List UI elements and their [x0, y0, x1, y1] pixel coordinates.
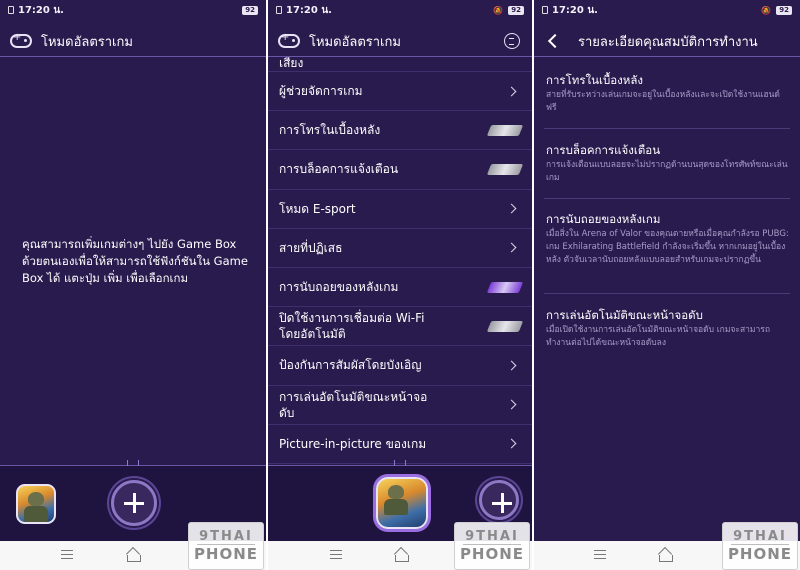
detail-title: การนับถอยของหลังเกม [546, 212, 661, 226]
settings-item-background-call[interactable]: การโทรในเบื้องหลัง [268, 111, 532, 151]
sim-icon [8, 6, 14, 14]
home-icon[interactable] [393, 549, 409, 562]
block-notifications-toggle[interactable] [486, 163, 524, 175]
pubg-game-icon[interactable] [376, 477, 428, 529]
divider [544, 128, 790, 129]
settings-item-label: การเล่นอัตโนมัติขณะหน้าจอดับ [279, 389, 428, 420]
game-countdown-toggle[interactable] [486, 281, 524, 293]
panel-settings: 17:20 น. 🔕 92 โหมดอัลตราเกม เสียง ผู้ช่ว… [268, 0, 532, 570]
panel-feature-details: 17:20 น. 🔕 92 รายละเอียดคุณสมบัติการทำงา… [534, 0, 800, 570]
divider [544, 198, 790, 199]
settings-item-rejected-calls[interactable]: สายที่ปฏิเสธ [268, 229, 532, 268]
settings-item-game-assistant[interactable]: ผู้ช่วยจัดการเกม [268, 72, 532, 112]
add-game-button[interactable] [111, 480, 157, 526]
watermark: 9THAI PHONE [722, 522, 798, 570]
home-icon[interactable] [657, 549, 673, 562]
detail-title: การเล่นอัตโนมัติขณะหน้าจอดับ [546, 308, 703, 322]
settings-item-label: การบล็อคการแจ้งเตือน [279, 162, 399, 177]
watermark-line2: PHONE [727, 545, 793, 563]
settings-item-esport-mode[interactable]: โหมด E-sport [268, 190, 532, 229]
detail-description: เมื่อสิ่งใน Arena of Valor ของคุณตายหรือ… [546, 229, 789, 265]
sim-icon [542, 6, 548, 14]
settings-item-label: โหมด E-sport [279, 201, 356, 216]
back-arrow-icon[interactable] [547, 33, 563, 49]
sim-icon [276, 6, 282, 14]
empty-state-message: คุณสามารถเพิ่มเกมต่างๆ ไปยัง Game Box ด้… [22, 237, 248, 285]
settings-item-label: ผู้ช่วยจัดการเกม [279, 84, 363, 99]
detail-title: การโทรในเบื้องหลัง [546, 73, 644, 87]
detail-description: การแจ้งเตือนแบบลอยจะไม่ปรากฏด้านบนสุดของ… [546, 160, 788, 183]
chevron-right-icon [506, 360, 517, 371]
gamepad-icon [278, 32, 300, 48]
status-bar: 17:20 น. 🔕 92 [534, 0, 800, 20]
panel-game-box-empty: 17:20 น. 92 โหมดอัลตราเกม คุณสามารถเพิ่ม… [0, 0, 266, 570]
menu-icon[interactable] [594, 550, 606, 559]
page-title: โหมดอัลตราเกม [309, 34, 401, 50]
menu-icon[interactable] [330, 550, 342, 559]
settings-item-label: สายที่ปฏิเสธ [279, 240, 343, 255]
dock-handle[interactable] [127, 460, 139, 466]
chevron-right-icon [506, 86, 517, 97]
chevron-right-icon [506, 399, 517, 410]
status-bar: 17:20 น. 92 [0, 0, 266, 20]
status-time: 17:20 น. [286, 4, 332, 16]
watermark: 9THAI PHONE [454, 522, 530, 570]
settings-list: เสียง ผู้ช่วยจัดการเกม การโทรในเบื้องหลั… [268, 56, 532, 464]
dock-handle[interactable] [394, 460, 406, 466]
settings-item-game-countdown[interactable]: การนับถอยของหลังเกม [268, 268, 532, 308]
page-title: รายละเอียดคุณสมบัติการทำงาน [578, 34, 758, 50]
detail-description: สายที่รับระหว่างเล่นเกมจะอยู่ในเบื้องหลั… [546, 90, 780, 113]
chevron-right-icon [506, 203, 517, 214]
menu-icon[interactable] [61, 550, 73, 559]
settings-item-sound[interactable]: เสียง [268, 55, 532, 72]
gamepad-icon [10, 32, 32, 48]
background-call-toggle[interactable] [486, 124, 524, 136]
settings-item-block-notifications[interactable]: การบล็อคการแจ้งเตือน [268, 150, 532, 190]
divider [544, 293, 790, 294]
watermark-line1: 9THAI [463, 529, 521, 545]
settings-item-label: ป้องกันการสัมผัสโดยบังเอิญ [279, 358, 422, 373]
watermark-line2: PHONE [193, 545, 259, 563]
watermark: 9THAI PHONE [188, 522, 264, 570]
watermark-line1: 9THAI [731, 529, 789, 545]
chevron-right-icon [506, 438, 517, 449]
detail-game-countdown: การนับถอยของหลังเกม เมื่อสิ่งใน Arena of… [544, 211, 790, 294]
status-bar: 17:20 น. 🔕 92 [268, 0, 532, 20]
mute-icon: 🔕 [493, 5, 504, 15]
add-game-button[interactable] [479, 480, 519, 520]
detail-block-notifications: การบล็อคการแจ้งเตือน การแจ้งเตือนแบบลอยจ… [544, 142, 790, 199]
page-title: โหมดอัลตราเกม [41, 34, 133, 50]
battery-icon: 92 [508, 5, 524, 15]
header-divider [534, 56, 800, 60]
battery-icon: 92 [776, 5, 792, 15]
settings-item-label: การนับถอยของหลังเกม [279, 280, 399, 295]
status-time: 17:20 น. [18, 4, 64, 16]
settings-item-label: การโทรในเบื้องหลัง [279, 123, 381, 138]
settings-item-label: Picture-in-picture ของเกม [279, 436, 427, 451]
watermark-line1: 9THAI [197, 529, 255, 545]
settings-item-wifi-auto-off[interactable]: ปิดใช้งานการเชื่อมต่อ Wi-Fi โดยอัตโนมัติ [268, 307, 532, 347]
header-divider [0, 56, 266, 60]
settings-item-screen-off-play[interactable]: การเล่นอัตโนมัติขณะหน้าจอดับ [268, 386, 532, 425]
detail-background-call: การโทรในเบื้องหลัง สายที่รับระหว่างเล่นเ… [544, 72, 790, 129]
chevron-right-icon [506, 242, 517, 253]
watermark-line2: PHONE [459, 545, 525, 563]
detail-title: การบล็อคการแจ้งเตือน [546, 143, 661, 157]
home-icon[interactable] [125, 549, 141, 562]
wifi-auto-off-toggle[interactable] [486, 320, 524, 332]
detail-screen-off-play: การเล่นอัตโนมัติขณะหน้าจอดับ เมื่อเปิดใช… [546, 307, 790, 350]
settings-item-label: เสียง [279, 56, 304, 70]
status-time: 17:20 น. [552, 4, 598, 16]
settings-item-label: ปิดใช้งานการเชื่อมต่อ Wi-Fi โดยอัตโนมัติ [279, 311, 425, 342]
mute-icon: 🔕 [761, 5, 772, 15]
battery-icon: 92 [242, 5, 258, 15]
settings-item-accidental-touch[interactable]: ป้องกันการสัมผัสโดยบังเอิญ [268, 346, 532, 386]
pubg-game-icon[interactable] [16, 484, 56, 524]
details-icon[interactable] [504, 33, 520, 49]
settings-item-picture-in-picture[interactable]: Picture-in-picture ของเกม [268, 425, 532, 464]
detail-description: เมื่อเปิดใช้งานการเล่นอัตโนมัติขณะหน้าจอ… [546, 325, 771, 348]
